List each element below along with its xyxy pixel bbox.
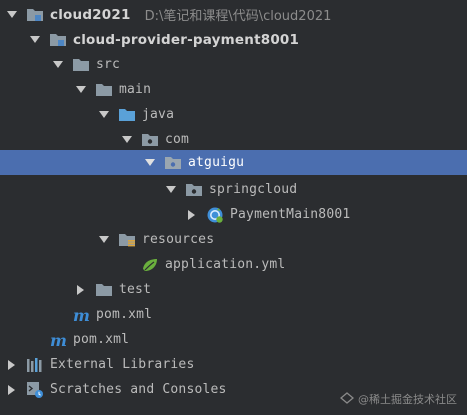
tree-node-label: atguigu bbox=[188, 155, 245, 170]
chevron-right-icon[interactable] bbox=[186, 209, 198, 221]
tree-node-cloud2021[interactable]: cloud2021 D:\笔记和课程\代码\cloud2021 bbox=[0, 2, 467, 27]
spring-leaf-icon bbox=[141, 257, 159, 273]
juejin-logo-icon bbox=[340, 392, 354, 406]
project-tree: cloud2021 D:\笔记和课程\代码\cloud2021 cloud-pr… bbox=[0, 0, 467, 415]
chevron-down-icon[interactable] bbox=[165, 184, 177, 196]
tree-node-label: src bbox=[96, 57, 121, 72]
source-folder-icon bbox=[118, 107, 136, 123]
svg-text:m: m bbox=[50, 332, 67, 348]
chevron-right-icon[interactable] bbox=[6, 359, 18, 371]
tree-node-label: pom.xml bbox=[73, 332, 130, 347]
spring-boot-class-icon bbox=[206, 207, 224, 223]
chevron-down-icon[interactable] bbox=[52, 59, 64, 71]
tree-node-label: Scratches and Consoles bbox=[50, 382, 227, 397]
tree-node-main[interactable]: main bbox=[0, 77, 467, 102]
maven-icon: m bbox=[49, 332, 67, 348]
tree-node-label: resources bbox=[142, 232, 215, 247]
folder-icon bbox=[95, 82, 113, 98]
tree-node-test[interactable]: test bbox=[0, 277, 467, 302]
scratches-icon bbox=[26, 381, 44, 398]
module-folder-icon bbox=[26, 7, 44, 23]
tree-node-label: springcloud bbox=[209, 182, 298, 197]
tree-node-label: com bbox=[165, 132, 190, 147]
tree-node-label: test bbox=[119, 282, 152, 297]
chevron-down-icon[interactable] bbox=[98, 234, 110, 246]
chevron-right-icon[interactable] bbox=[75, 284, 87, 296]
folder-icon bbox=[95, 282, 113, 298]
chevron-down-icon[interactable] bbox=[144, 157, 156, 169]
project-path: D:\笔记和课程\代码\cloud2021 bbox=[144, 9, 332, 24]
tree-node-com[interactable]: com bbox=[0, 127, 467, 152]
tree-node-external-libraries[interactable]: External Libraries bbox=[0, 352, 467, 377]
tree-node-module-pom[interactable]: m pom.xml bbox=[0, 302, 467, 327]
tree-node-label: cloud-provider-payment8001 bbox=[73, 31, 300, 48]
tree-node-springcloud[interactable]: springcloud bbox=[0, 177, 467, 202]
tree-node-cloud-provider-payment8001[interactable]: cloud-provider-payment8001 bbox=[0, 27, 467, 52]
tree-node-application-yml[interactable]: application.yml bbox=[0, 252, 467, 277]
tree-node-label: application.yml bbox=[165, 257, 286, 272]
svg-text:m: m bbox=[73, 307, 90, 323]
folder-icon bbox=[72, 57, 90, 73]
package-icon bbox=[141, 132, 159, 148]
tree-node-label: PaymentMain8001 bbox=[230, 207, 351, 222]
resources-folder-icon bbox=[118, 232, 136, 248]
chevron-down-icon[interactable] bbox=[98, 109, 110, 121]
tree-node-label: main bbox=[119, 82, 152, 97]
chevron-down-icon[interactable] bbox=[29, 34, 41, 46]
watermark-text: @稀土掘金技术社区 bbox=[358, 393, 457, 406]
tree-node-label: pom.xml bbox=[96, 307, 153, 322]
tree-node-resources[interactable]: resources bbox=[0, 227, 467, 252]
tree-node-root-pom[interactable]: m pom.xml bbox=[0, 327, 467, 352]
chevron-down-icon[interactable] bbox=[75, 84, 87, 96]
tree-node-label: cloud2021 bbox=[50, 6, 131, 23]
tree-node-java[interactable]: java bbox=[0, 102, 467, 127]
tree-node-src[interactable]: src bbox=[0, 52, 467, 77]
watermark: @稀土掘金技术社区 bbox=[340, 391, 457, 407]
module-folder-icon bbox=[49, 32, 67, 48]
chevron-down-icon[interactable] bbox=[121, 134, 133, 146]
maven-icon: m bbox=[72, 307, 90, 323]
library-icon bbox=[26, 357, 44, 373]
chevron-down-icon[interactable] bbox=[6, 9, 18, 21]
chevron-right-icon[interactable] bbox=[6, 384, 18, 396]
package-icon bbox=[185, 182, 203, 198]
tree-node-label: java bbox=[142, 107, 175, 122]
tree-node-paymentmain8001[interactable]: PaymentMain8001 bbox=[0, 202, 467, 227]
tree-node-label: External Libraries bbox=[50, 357, 195, 372]
package-icon bbox=[164, 155, 182, 171]
tree-node-atguigu[interactable]: atguigu bbox=[0, 150, 467, 175]
